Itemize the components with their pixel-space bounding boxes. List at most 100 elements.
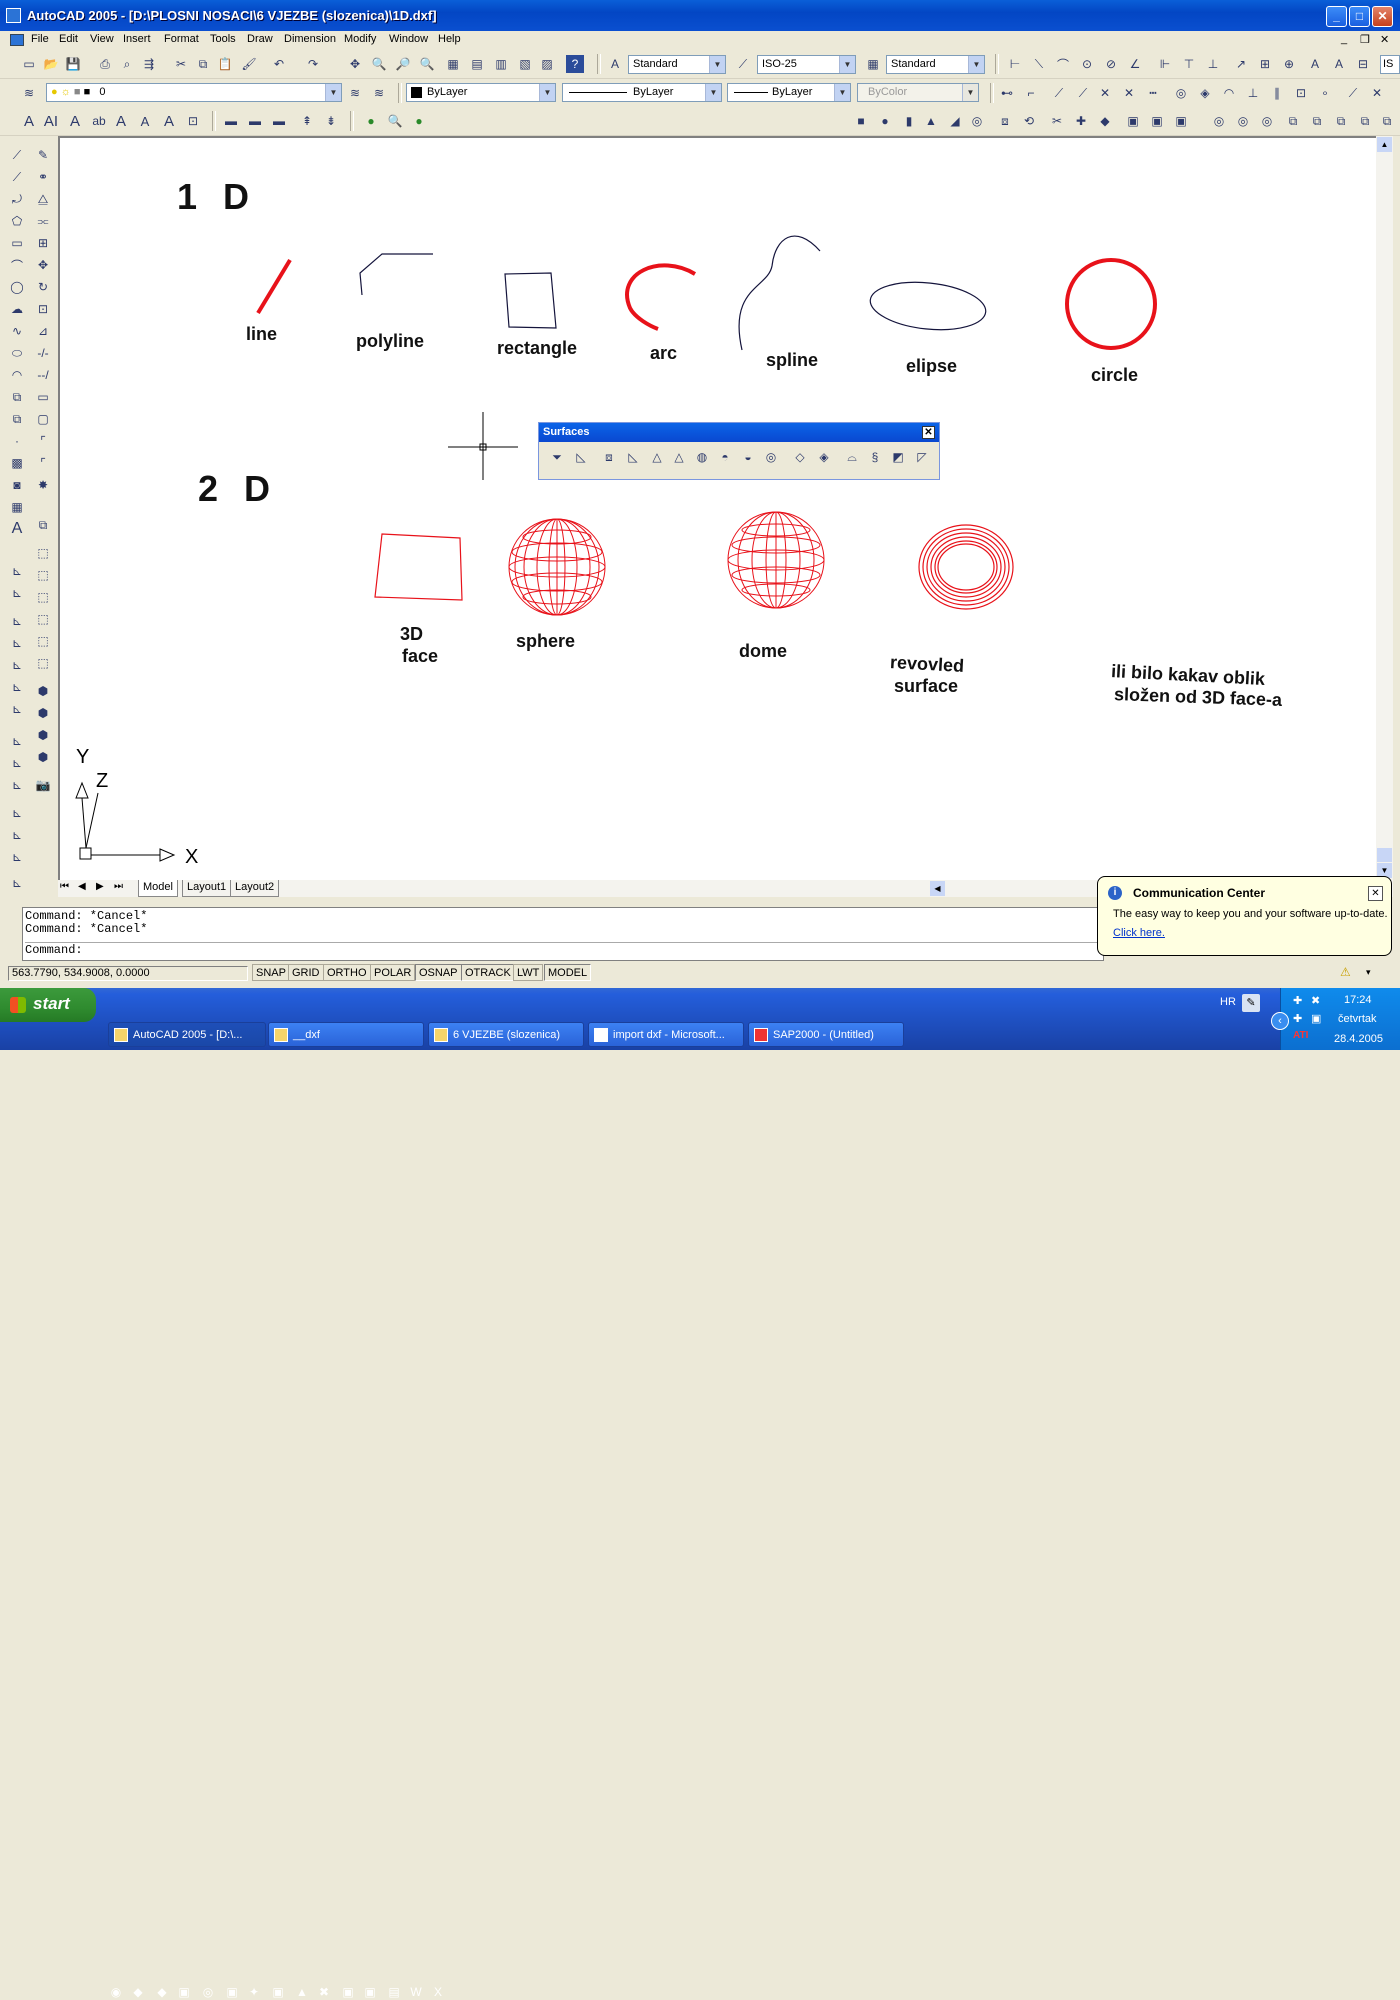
language-indicator[interactable]: HR: [1220, 996, 1236, 1008]
sphere-icon[interactable]: ●: [876, 112, 894, 130]
layer-previous-icon[interactable]: ≋: [370, 84, 388, 102]
tray-icon-1[interactable]: ✚: [1293, 994, 1302, 1007]
arc-entity[interactable]: [625, 263, 697, 331]
diameter-dim-icon[interactable]: ⊘: [1102, 55, 1120, 73]
camera-icon[interactable]: 📷: [34, 776, 52, 794]
osnap-perpendicular-icon[interactable]: ⊥: [1244, 84, 1262, 102]
lwt-toggle[interactable]: LWT: [513, 964, 544, 981]
status-menu-icon[interactable]: ▾: [1366, 967, 1371, 978]
ucs-3point-icon[interactable]: ⊾: [8, 754, 26, 772]
wedge-icon[interactable]: ◢: [946, 112, 964, 130]
dim-style-select[interactable]: ISO-25 ▼: [757, 55, 856, 74]
menu-tools[interactable]: Tools: [210, 33, 236, 45]
top-view-icon[interactable]: ⬚: [34, 544, 52, 562]
osnap-midpoint-icon[interactable]: ⟋: [1050, 84, 1068, 102]
help-icon[interactable]: ?: [566, 55, 584, 73]
copy-icon[interactable]: ⧉: [194, 55, 212, 73]
edge-icon[interactable]: ◇: [791, 448, 809, 466]
tolerance-icon[interactable]: ⊞: [1256, 55, 1274, 73]
draworder-back-icon[interactable]: ▬: [246, 112, 264, 130]
quicklaunch-icon-11[interactable]: ▣: [340, 1984, 356, 2000]
dome-icon[interactable]: ◓: [716, 448, 734, 466]
back-view-icon[interactable]: ⬚: [34, 654, 52, 672]
surfaces-title-bar[interactable]: Surfaces ✕: [539, 423, 939, 442]
table-style-icon[interactable]: ▦: [864, 55, 882, 73]
text-front-icon[interactable]: ⇞: [298, 112, 316, 130]
task-vjezbe-folder[interactable]: 6 VJEZBE (slozenica): [428, 1022, 584, 1047]
osnap-parallel-icon[interactable]: ∥: [1268, 84, 1286, 102]
nw-iso-view-icon[interactable]: ⬢: [34, 748, 52, 766]
edit-text-icon[interactable]: A: [66, 112, 84, 130]
start-button[interactable]: start: [0, 988, 96, 1022]
menu-insert[interactable]: Insert: [123, 33, 151, 45]
draworder-front-icon[interactable]: ▬: [222, 112, 240, 130]
3d-mesh-icon[interactable]: ◈: [815, 448, 833, 466]
leader-icon[interactable]: ↗: [1232, 55, 1250, 73]
coordinates-display[interactable]: 563.7790, 534.9008, 0.0000: [8, 966, 248, 981]
balloon-link[interactable]: Click here.: [1113, 927, 1165, 939]
zoom-icon[interactable]: 🔍: [386, 112, 404, 130]
osnap-center-icon[interactable]: ◎: [1172, 84, 1190, 102]
dish-icon[interactable]: ◒: [739, 448, 757, 466]
spline-icon[interactable]: ∿: [8, 322, 26, 340]
close-button[interactable]: ✕: [1372, 6, 1393, 27]
fillet-icon[interactable]: ⌜: [34, 454, 52, 472]
extend-icon[interactable]: --/: [34, 366, 52, 384]
rotate-icon[interactable]: ↻: [34, 278, 52, 296]
plot-icon[interactable]: ⎙: [96, 55, 114, 73]
revolve-icon[interactable]: ⟲: [1020, 112, 1038, 130]
tray-icon-3[interactable]: ✚: [1293, 1012, 1302, 1025]
erase-icon[interactable]: ✎: [34, 146, 52, 164]
quicklaunch-icon-13[interactable]: ▤: [386, 1984, 402, 2000]
delete-faces-icon[interactable]: ⧉: [1356, 112, 1374, 130]
ucs-origin-icon[interactable]: ⊾: [8, 700, 26, 718]
ati-tray-icon[interactable]: ATI: [1293, 1030, 1308, 1041]
stretch-icon[interactable]: ⊿: [34, 322, 52, 340]
osnap-endpoint-icon[interactable]: ⊷: [998, 84, 1016, 102]
clock-time[interactable]: 17:24: [1344, 994, 1372, 1006]
dim-text-edit-icon[interactable]: A: [1330, 55, 1348, 73]
torus-surface-icon[interactable]: ◎: [762, 448, 780, 466]
2d-solid-icon[interactable]: ⏷: [548, 448, 566, 466]
first-tab-icon[interactable]: ⏮: [60, 881, 69, 892]
osnap-none-icon[interactable]: ✕: [1368, 84, 1386, 102]
tray-expand-icon[interactable]: ‹: [1271, 1012, 1289, 1030]
rectangle-icon[interactable]: ▭: [8, 234, 26, 252]
ucs-face-icon[interactable]: ⊾: [8, 634, 26, 652]
continue-dim-icon[interactable]: ⊥: [1204, 55, 1222, 73]
ucs-icon[interactable]: ⊾: [8, 562, 26, 580]
prev-tab-icon[interactable]: ◀: [78, 881, 86, 892]
tool-palettes-icon[interactable]: ▥: [492, 55, 510, 73]
dim-style-icon[interactable]: ⟋: [734, 55, 752, 73]
doc-close-button[interactable]: ✕: [1380, 33, 1389, 46]
torus-icon[interactable]: ◎: [968, 112, 986, 130]
snap-toggle[interactable]: SNAP: [252, 964, 290, 981]
revision-cloud-icon[interactable]: ☁: [8, 300, 26, 318]
quicklaunch-icon-12[interactable]: ▣: [362, 1984, 378, 2000]
scroll-up-icon[interactable]: ▲: [1377, 137, 1392, 152]
baseline-dim-icon[interactable]: ⊤: [1180, 55, 1198, 73]
osnap-intersection-icon[interactable]: ⟋: [1074, 84, 1092, 102]
rectangle-entity[interactable]: [504, 272, 557, 329]
polyline-icon[interactable]: ⤾: [8, 190, 26, 208]
wedge-surface-icon[interactable]: ◺: [624, 448, 642, 466]
mirror-icon[interactable]: ⧋: [34, 190, 52, 208]
ucs-x-icon[interactable]: ⊾: [8, 776, 26, 794]
section-icon[interactable]: ✚: [1072, 112, 1090, 130]
quicklaunch-icon-8[interactable]: ▣: [270, 1984, 286, 2000]
layer-manager-icon[interactable]: ≋: [20, 84, 38, 102]
menu-window[interactable]: Window: [389, 33, 428, 45]
polar-toggle[interactable]: POLAR: [370, 964, 416, 981]
table-icon[interactable]: ▦: [8, 498, 26, 516]
document-icon[interactable]: [10, 34, 24, 46]
revolved-surface-icon[interactable]: ⌓: [843, 448, 861, 466]
find-text-icon[interactable]: ab: [90, 112, 108, 130]
quicklaunch-icon-7[interactable]: ✦: [246, 1984, 262, 2000]
copy-object-icon[interactable]: ⚭: [34, 168, 52, 186]
point-icon[interactable]: ·: [8, 432, 26, 450]
osnap-tangent-icon[interactable]: ◠: [1220, 84, 1238, 102]
maximize-button[interactable]: □: [1349, 6, 1370, 27]
convert-distance-icon[interactable]: ⊡: [184, 112, 202, 130]
move-faces-icon[interactable]: ⧉: [1308, 112, 1326, 130]
cut-icon[interactable]: ✂: [172, 55, 190, 73]
